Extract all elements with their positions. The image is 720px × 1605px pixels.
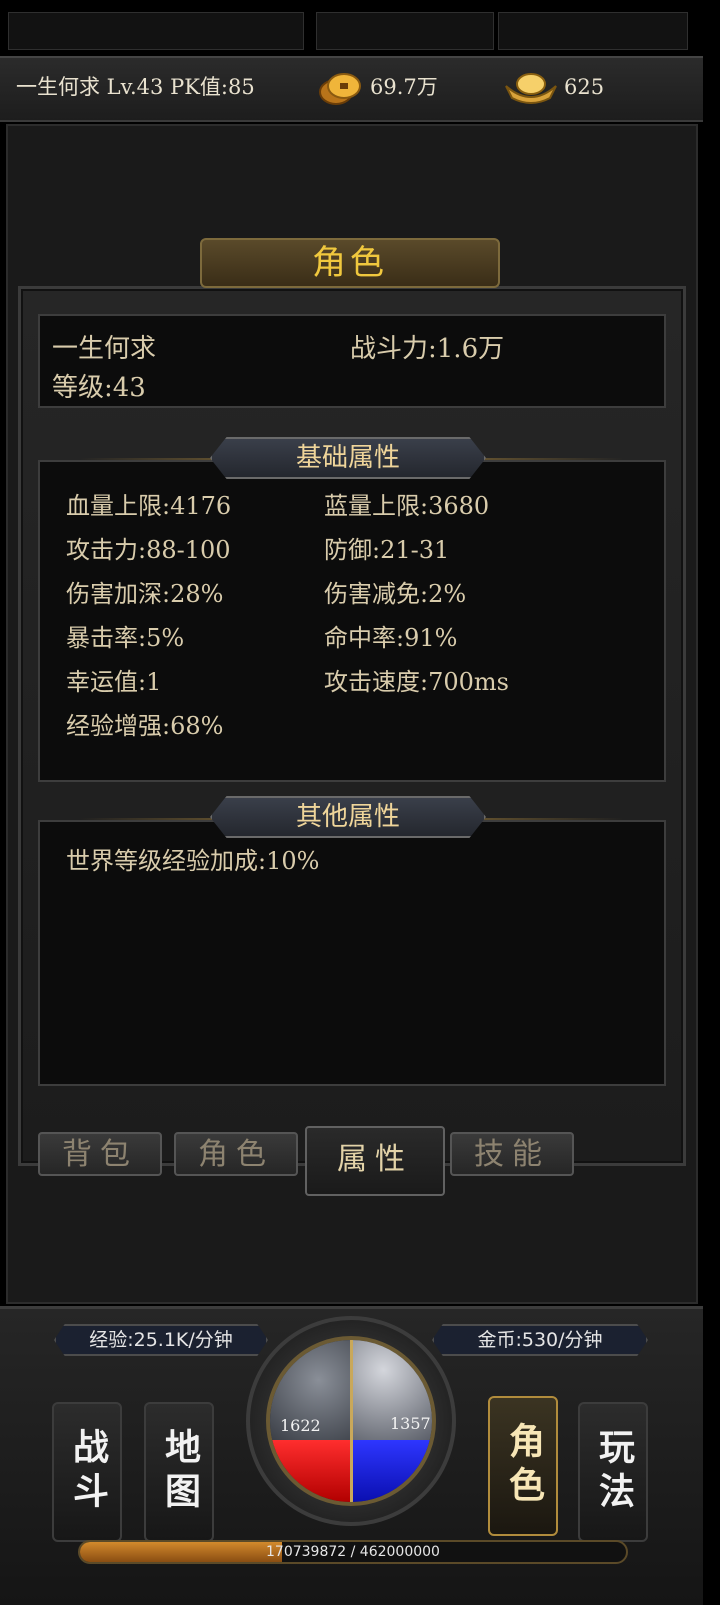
tab-bag[interactable]: 背包 bbox=[38, 1132, 162, 1176]
stat-exp-boost: 经验增强:68% bbox=[66, 712, 224, 740]
ingot-amount: 625 bbox=[564, 75, 605, 99]
hp-orb-fill bbox=[270, 1440, 351, 1502]
gold-coins-icon bbox=[316, 68, 364, 108]
exp-progress-text: 170739872 / 462000000 bbox=[266, 1544, 440, 1560]
hp-value: 1622 bbox=[280, 1416, 321, 1435]
stat-attack: 攻击力:88-100 bbox=[66, 536, 231, 564]
stat-hit-rate: 命中率:91% bbox=[324, 624, 458, 652]
stat-luck: 幸运值:1 bbox=[66, 668, 162, 696]
ingot-cell bbox=[498, 12, 688, 50]
gold-rate: 金币:530/分钟 bbox=[432, 1324, 648, 1356]
tab-attributes[interactable]: 属性 bbox=[305, 1126, 445, 1196]
tab-skills[interactable]: 技能 bbox=[450, 1132, 574, 1176]
stat-max-mp: 蓝量上限:3680 bbox=[324, 492, 490, 520]
gold-ingot-icon bbox=[502, 68, 560, 108]
orb-divider bbox=[350, 1340, 353, 1502]
stat-attack-speed: 攻击速度:700ms bbox=[324, 668, 509, 696]
mp-value: 1357 bbox=[390, 1414, 431, 1433]
stat-damage-boost: 伤害加深:28% bbox=[66, 580, 224, 608]
hp-mp-orb: 1622 1357 bbox=[266, 1336, 436, 1506]
stat-max-hp: 血量上限:4176 bbox=[66, 492, 232, 520]
character-level: 等级:43 bbox=[52, 373, 146, 403]
gold-cell bbox=[316, 12, 494, 50]
stat-damage-reduction: 伤害减免:2% bbox=[324, 580, 467, 608]
menu-battle-button[interactable]: 战斗 bbox=[52, 1402, 122, 1542]
combat-power: 战斗力:1.6万 bbox=[350, 334, 505, 364]
player-info-cell bbox=[8, 12, 304, 50]
player-info[interactable]: 一生何求 Lv.43 PK值:85 bbox=[16, 68, 255, 106]
stat-world-level-exp: 世界等级经验加成:10% bbox=[66, 847, 320, 875]
stat-defense: 防御:21-31 bbox=[324, 536, 450, 564]
menu-gameplay-button[interactable]: 玩法 bbox=[578, 1402, 648, 1542]
panel-title: 角色 bbox=[312, 243, 388, 283]
mp-orb-fill bbox=[351, 1440, 432, 1502]
other-section-title: 其他属性 bbox=[295, 802, 400, 832]
character-name: 一生何求 bbox=[52, 334, 157, 364]
basic-section-title: 基础属性 bbox=[295, 443, 400, 473]
exp-rate: 经验:25.1K/分钟 bbox=[54, 1324, 268, 1356]
stat-crit-rate: 暴击率:5% bbox=[66, 624, 185, 652]
menu-map-button[interactable]: 地图 bbox=[144, 1402, 214, 1542]
menu-character-button[interactable]: 角色 bbox=[488, 1396, 558, 1536]
tab-character[interactable]: 角色 bbox=[174, 1132, 298, 1176]
gold-amount: 69.7万 bbox=[370, 75, 438, 99]
